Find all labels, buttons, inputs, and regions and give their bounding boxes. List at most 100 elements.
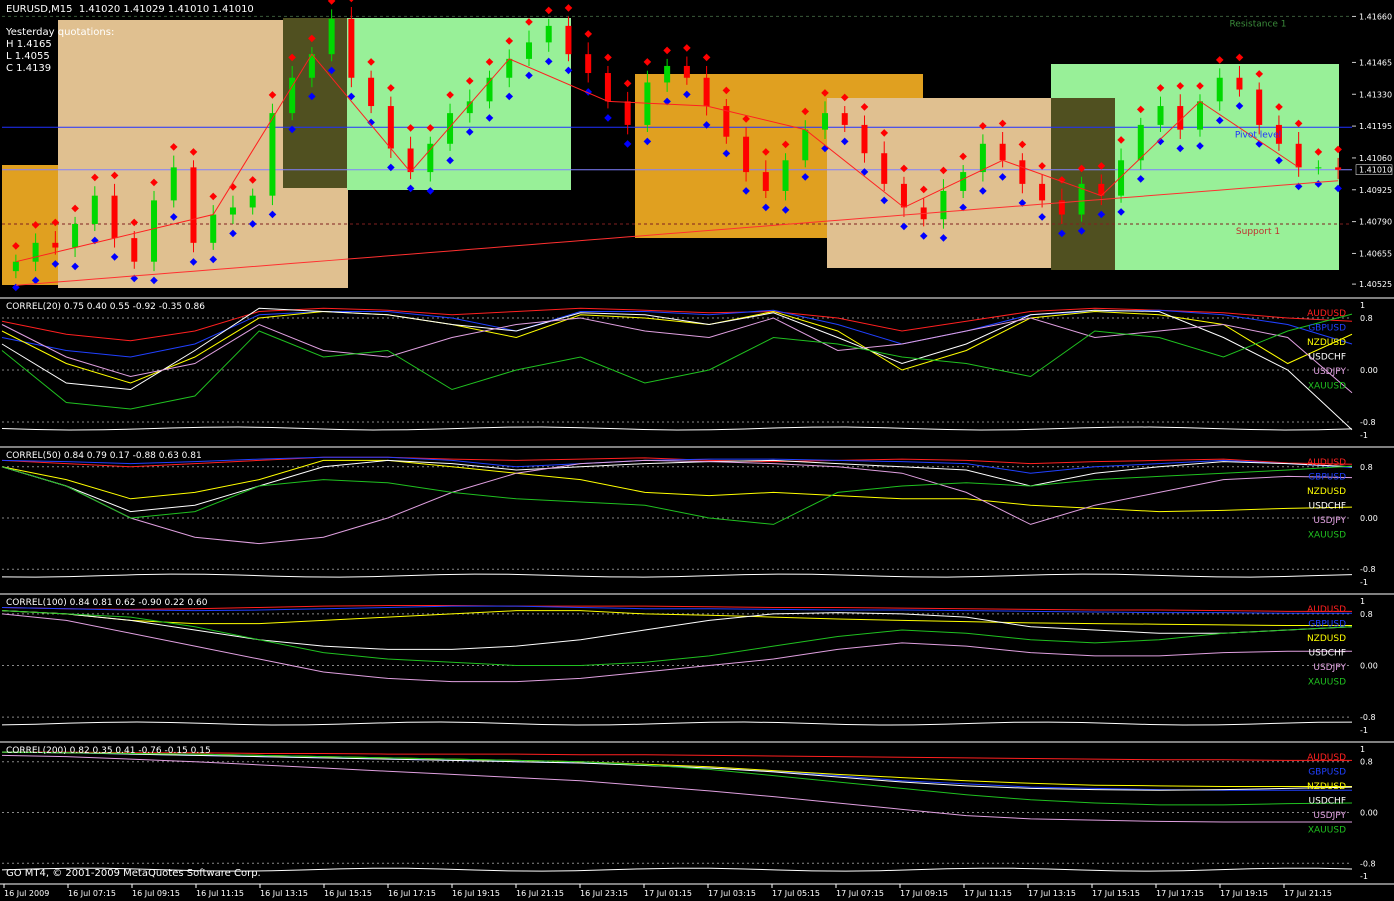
symbol-header: EURUSD,M15 1.41020 1.41029 1.41010 1.410… bbox=[6, 4, 254, 15]
candle-body bbox=[900, 183, 907, 208]
resistance-dot: ◆ bbox=[525, 17, 533, 28]
candle-body bbox=[1335, 167, 1342, 170]
resistance-dot: ◆ bbox=[821, 87, 829, 98]
correl-tick-label: -1 bbox=[1360, 726, 1368, 735]
support-dot: ◆ bbox=[801, 171, 809, 182]
support-dot: ◆ bbox=[703, 119, 711, 130]
candle-body bbox=[170, 167, 177, 201]
legend-usdjpy: USDJPY bbox=[1313, 811, 1346, 821]
correl-title: CORREL(200) 0.82 0.35 0.41 -0.76 -0.15 0… bbox=[6, 746, 211, 756]
support-dot: ◆ bbox=[604, 112, 612, 123]
support-dot: ◆ bbox=[979, 186, 987, 197]
support-dot: ◆ bbox=[1236, 101, 1244, 112]
candle-body bbox=[1256, 89, 1263, 125]
candle-body bbox=[1295, 143, 1302, 168]
time-tick-label: 17 Jul 13:15 bbox=[1028, 889, 1076, 898]
correl-tick-label: -0.8 bbox=[1360, 859, 1376, 868]
legend-gbpusd: GBPUSD bbox=[1308, 768, 1346, 778]
resistance-dot: ◆ bbox=[1196, 80, 1204, 91]
resistance-dot: ◆ bbox=[1157, 83, 1165, 94]
candle-body bbox=[1216, 77, 1223, 102]
copyright-notice: GO MT4, © 2001-2009 MetaQuotes Software … bbox=[6, 868, 261, 879]
candle-body bbox=[841, 113, 848, 125]
resistance-dot: ◆ bbox=[130, 217, 138, 228]
support-dot: ◆ bbox=[190, 256, 198, 267]
price-tick-label: 1.40925 bbox=[1359, 186, 1392, 195]
candle-body bbox=[190, 167, 197, 243]
resistance-dot: ◆ bbox=[12, 241, 20, 252]
legend-xauusd: XAUUSD bbox=[1308, 382, 1346, 392]
price-tick-label: 1.41330 bbox=[1359, 90, 1392, 99]
time-tick-label: 16 Jul 2009 bbox=[4, 889, 49, 898]
support-dot: ◆ bbox=[91, 235, 99, 246]
support-dot: ◆ bbox=[762, 202, 770, 213]
resistance-dot: ◆ bbox=[1236, 52, 1244, 63]
legend-usdchf: USDCHF bbox=[1309, 797, 1346, 807]
resistance-dot: ◆ bbox=[269, 90, 277, 101]
candle-body bbox=[565, 25, 572, 55]
candle-body bbox=[960, 172, 967, 191]
candle-body bbox=[52, 242, 59, 248]
support-dot: ◆ bbox=[288, 124, 296, 135]
candle-body bbox=[210, 214, 217, 243]
candle-body bbox=[940, 190, 947, 220]
resistance-dot: ◆ bbox=[150, 177, 158, 188]
legend-audusd: AUDUSD bbox=[1307, 605, 1346, 615]
resistance-dot: ◆ bbox=[565, 2, 573, 13]
support-dot: ◆ bbox=[209, 254, 217, 265]
support-dot: ◆ bbox=[150, 275, 158, 286]
candle-body bbox=[131, 238, 138, 262]
candle-body bbox=[368, 77, 375, 107]
session-box-4 bbox=[347, 18, 571, 190]
resistance-dot: ◆ bbox=[782, 139, 790, 150]
correl-tick-label: 0.00 bbox=[1360, 662, 1378, 671]
correl-title: CORREL(20) 0.75 0.40 0.55 -0.92 -0.35 0.… bbox=[6, 302, 205, 312]
resistance-dot: ◆ bbox=[328, 0, 336, 6]
candle-body bbox=[249, 195, 256, 208]
resistance-dot: ◆ bbox=[426, 123, 434, 134]
support-dot: ◆ bbox=[742, 186, 750, 197]
yesterday-high: H 1.4165 bbox=[6, 39, 52, 50]
yesterday-low: L 1.4055 bbox=[6, 51, 50, 62]
resistance-dot: ◆ bbox=[288, 52, 296, 63]
support-dot: ◆ bbox=[407, 183, 415, 194]
resistance-dot: ◆ bbox=[1216, 54, 1224, 65]
price-chart-panel[interactable]: ◆ ◆ ◆ ◆ ◆ ◆ ◆ ◆ ◆ ◆ ◆ ◆ ◆ ◆ ◆ ◆ ◆ ◆ ◆ ◆ ◆ ◆ ◆ ◆ ◆ ◆ ◆ ◆ ◆ ◆ ◆ ◆ ◆ ◆ ◆ ◆ ◆ ◆ ◆ ◆… bbox=[0, 0, 1394, 297]
correl-tick-label: 0.8 bbox=[1360, 463, 1373, 472]
correl-tick-label: 0.00 bbox=[1360, 514, 1378, 523]
support-dot: ◆ bbox=[880, 195, 888, 206]
resistance-dot: ◆ bbox=[900, 163, 908, 174]
price-tick-label: 1.41060 bbox=[1359, 154, 1392, 163]
resistance-dot: ◆ bbox=[466, 76, 474, 87]
resistance-dot: ◆ bbox=[1255, 68, 1263, 79]
legend-gbpusd: GBPUSD bbox=[1308, 473, 1346, 483]
support-dot: ◆ bbox=[1295, 181, 1303, 192]
candle-body bbox=[683, 65, 690, 78]
resistance-dot: ◆ bbox=[584, 28, 592, 39]
resistance-dot: ◆ bbox=[209, 191, 217, 202]
resistance-dot: ◆ bbox=[624, 78, 632, 89]
resistance-dot: ◆ bbox=[190, 146, 198, 157]
support-dot: ◆ bbox=[486, 112, 494, 123]
candle-body bbox=[111, 195, 118, 239]
chart-stage[interactable]: ◆ ◆ ◆ ◆ ◆ ◆ ◆ ◆ ◆ ◆ ◆ ◆ ◆ ◆ ◆ ◆ ◆ ◆ ◆ ◆ ◆ ◆ ◆ ◆ ◆ ◆ ◆ ◆ ◆ ◆ ◆ ◆ ◆ ◆ ◆ ◆ ◆ ◆ ◆ ◆… bbox=[0, 0, 1394, 901]
support-dot: ◆ bbox=[999, 171, 1007, 182]
candle-body bbox=[407, 148, 414, 173]
resistance-dot: ◆ bbox=[367, 57, 375, 68]
candle-body bbox=[881, 153, 888, 184]
resistance-dot: ◆ bbox=[663, 45, 671, 56]
candle-body bbox=[604, 73, 611, 102]
support-dot: ◆ bbox=[170, 211, 178, 222]
time-tick-label: 17 Jul 01:15 bbox=[644, 889, 692, 898]
correl-tick-label: 1 bbox=[1360, 745, 1365, 754]
support-dot: ◆ bbox=[663, 96, 671, 107]
price-tick-label: 1.41660 bbox=[1359, 12, 1392, 21]
support-dot: ◆ bbox=[111, 252, 119, 263]
resistance-dot: ◆ bbox=[1019, 139, 1027, 150]
candle-body bbox=[802, 129, 809, 161]
resistance-dot: ◆ bbox=[959, 151, 967, 162]
time-tick-label: 17 Jul 09:15 bbox=[900, 889, 948, 898]
resistance-dot: ◆ bbox=[1334, 144, 1342, 155]
support-dot: ◆ bbox=[1117, 207, 1125, 218]
correl-tick-label: 1 bbox=[1360, 597, 1365, 606]
